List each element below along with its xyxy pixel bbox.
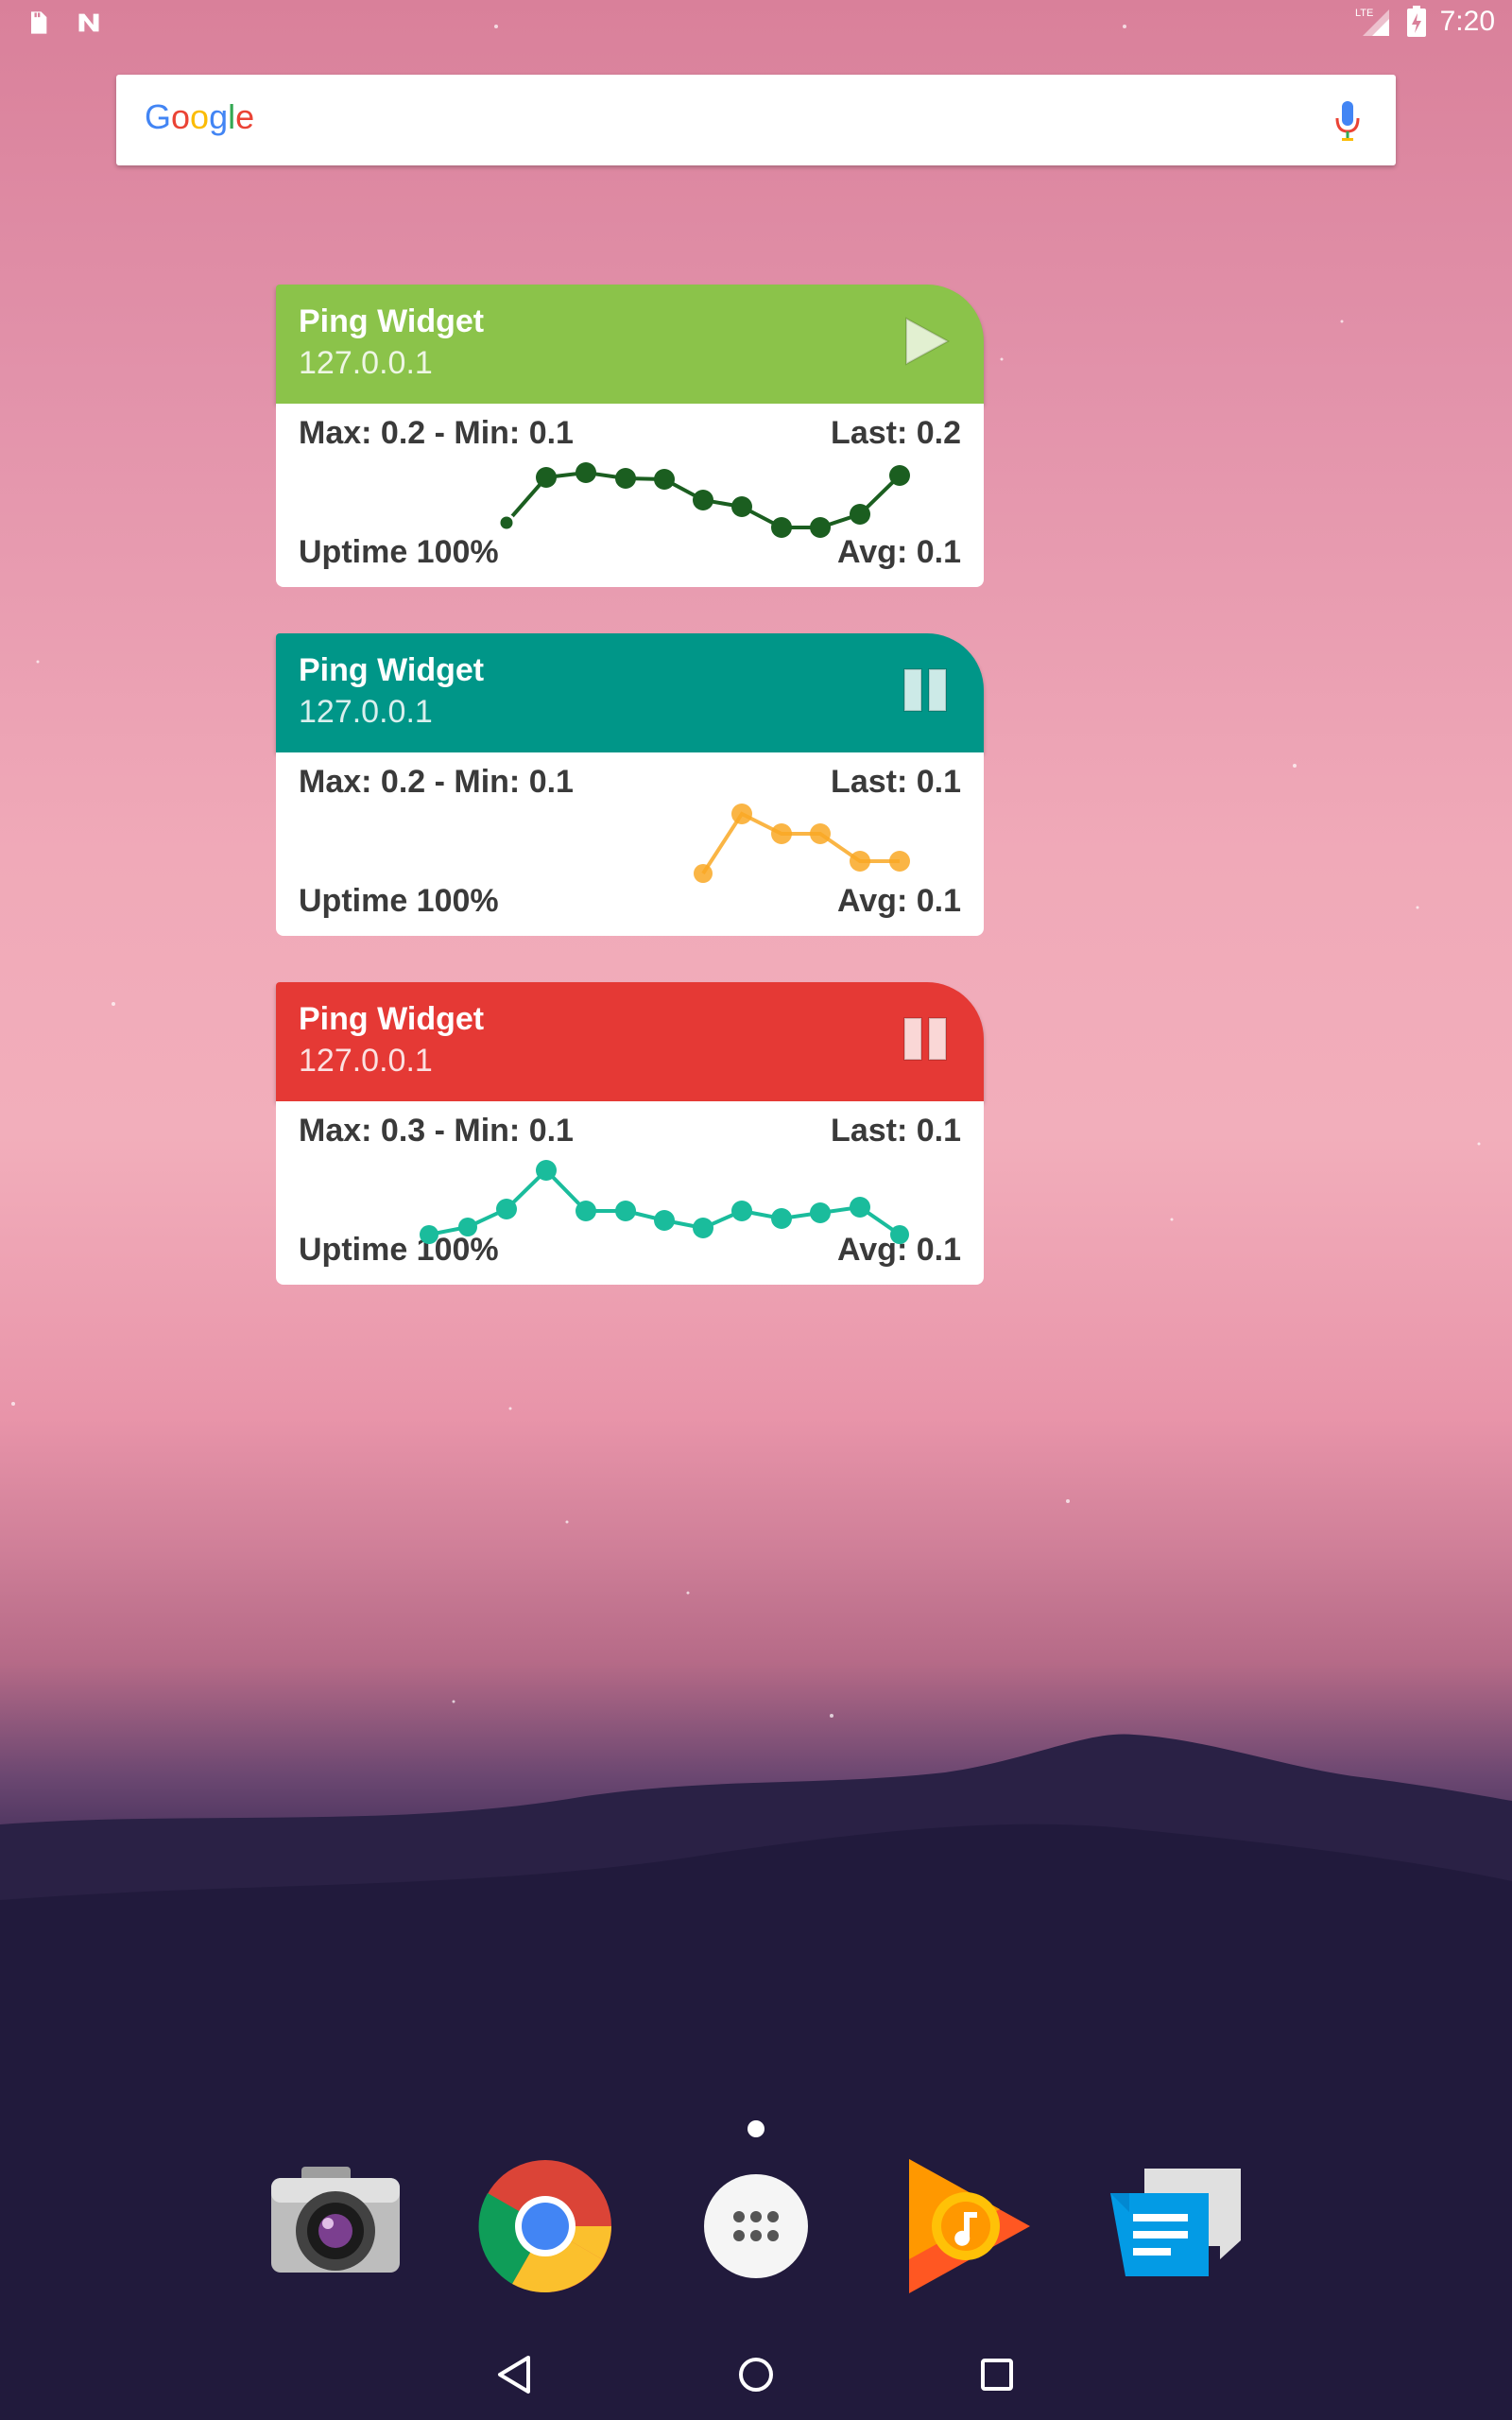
ping-point <box>496 1199 517 1219</box>
ping-point <box>654 469 675 490</box>
sd-card-icon <box>31 11 47 34</box>
widget-host: 127.0.0.1 <box>299 1043 433 1079</box>
recents-icon[interactable] <box>969 2346 1025 2403</box>
ping-point <box>810 1202 831 1223</box>
n-notification-icon <box>78 13 99 32</box>
ping-point <box>810 517 831 538</box>
last-label: Last: 0.1 <box>831 764 961 800</box>
play-icon[interactable] <box>899 315 952 368</box>
page-indicator <box>747 2120 765 2137</box>
max-min-label: Max: 0.2 - Min: 0.1 <box>299 764 574 800</box>
ping-point <box>731 1201 752 1221</box>
ping-point <box>615 1201 636 1221</box>
pause-icon[interactable] <box>899 664 952 717</box>
navigation-bar <box>0 2331 1512 2420</box>
google-logo: Google <box>145 97 255 136</box>
widget-header[interactable]: Ping Widget 127.0.0.1 <box>276 633 984 752</box>
max-min-label: Max: 0.2 - Min: 0.1 <box>299 415 574 451</box>
avg-label: Avg: 0.1 <box>836 883 961 919</box>
ping-point <box>889 851 910 872</box>
play-music-app-icon[interactable] <box>896 2155 1038 2297</box>
ping-point <box>771 517 792 538</box>
ping-point <box>731 496 752 517</box>
status-bar: LTE 7:20 <box>0 0 1512 47</box>
ping-point <box>850 504 870 525</box>
camera-app-icon[interactable] <box>264 2155 405 2297</box>
ping-point <box>810 823 831 844</box>
ping-point <box>458 1218 477 1236</box>
ping-point <box>850 851 870 872</box>
ping-point <box>654 1210 675 1231</box>
mic-icon[interactable] <box>1333 99 1362 143</box>
uptime-label: Uptime 100% <box>299 883 499 919</box>
ping-widget-3[interactable]: Ping Widget 127.0.0.1 Max: 0.3 - Min: 0.… <box>276 982 984 1285</box>
battery-charging-icon <box>1406 6 1426 37</box>
widget-title: Ping Widget <box>299 303 485 339</box>
widget-title: Ping Widget <box>299 652 485 688</box>
ping-point <box>693 1218 713 1238</box>
pause-icon[interactable] <box>899 1012 952 1065</box>
ping-widget-1[interactable]: Ping Widget 127.0.0.1 Max: 0.2 - Min: 0.… <box>276 285 984 587</box>
lte-signal-icon: LTE <box>1355 8 1389 36</box>
ping-point <box>850 1197 870 1218</box>
ping-point <box>576 1201 596 1221</box>
ping-sparkline <box>420 1160 909 1244</box>
app-drawer-icon[interactable] <box>685 2155 827 2297</box>
google-logo-text: Google <box>116 75 117 76</box>
ping-widget-2[interactable]: Ping Widget 127.0.0.1 Max: 0.2 - Min: 0.… <box>276 633 984 936</box>
ping-point <box>889 465 910 486</box>
ping-point <box>693 490 713 510</box>
messages-app-icon[interactable] <box>1107 2155 1248 2297</box>
widget-header[interactable]: Ping Widget 127.0.0.1 <box>276 982 984 1101</box>
ping-point <box>615 468 636 489</box>
ping-point <box>536 1160 557 1181</box>
widget-header[interactable]: Ping Widget 127.0.0.1 <box>276 285 984 404</box>
avg-label: Avg: 0.1 <box>836 534 961 570</box>
ping-point <box>576 462 596 483</box>
ping-point <box>771 1208 792 1229</box>
status-clock: 7:20 <box>1439 6 1495 37</box>
chrome-app-icon[interactable] <box>474 2155 616 2297</box>
ping-point <box>420 1225 438 1244</box>
ping-point <box>536 467 557 488</box>
ping-point <box>694 864 713 883</box>
uptime-label: Uptime 100% <box>299 534 499 570</box>
widget-body: Max: 0.2 - Min: 0.1 Last: 0.1 Uptime 100… <box>276 752 984 936</box>
widget-title: Ping Widget <box>299 1001 485 1037</box>
ping-point <box>771 823 792 844</box>
google-search-bar[interactable]: Google Google <box>116 75 1396 165</box>
widget-host: 127.0.0.1 <box>299 694 433 730</box>
ping-point <box>497 513 516 532</box>
home-icon[interactable] <box>728 2346 784 2403</box>
ping-point <box>731 804 752 824</box>
last-label: Last: 0.2 <box>831 415 961 451</box>
widget-body: Max: 0.3 - Min: 0.1 Last: 0.1 Uptime 100… <box>276 1101 984 1285</box>
ping-point <box>890 1225 909 1244</box>
widget-body: Max: 0.2 - Min: 0.1 Last: 0.2 Uptime 100… <box>276 404 984 587</box>
back-icon[interactable] <box>487 2346 543 2403</box>
svg-text:LTE: LTE <box>1355 8 1373 19</box>
widget-host: 127.0.0.1 <box>299 345 433 381</box>
